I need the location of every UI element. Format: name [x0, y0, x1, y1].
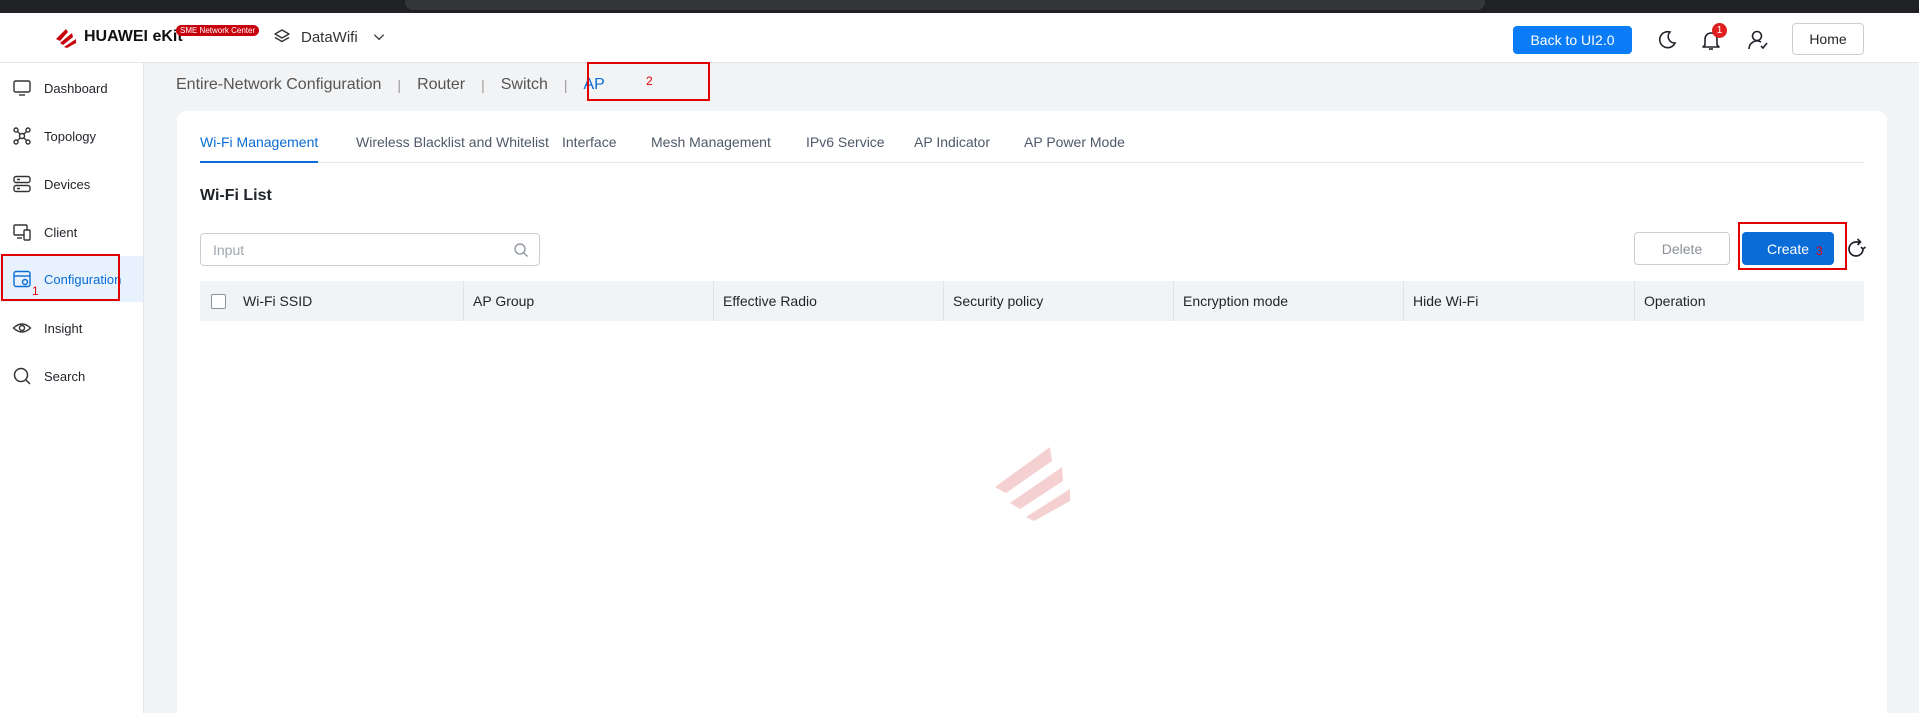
user-account-button[interactable]: [1745, 27, 1771, 53]
devices-icon: [13, 175, 31, 193]
tab-ap-indicator[interactable]: AP Indicator: [914, 133, 990, 163]
back-to-ui2-button[interactable]: Back to UI2.0: [1513, 26, 1632, 54]
sidebar-item-client[interactable]: Client: [0, 209, 143, 255]
search-icon: [13, 367, 31, 385]
tab-blacklist-whitelist[interactable]: Wireless Blacklist and Whitelist: [356, 133, 549, 163]
site-selector[interactable]: DataWifi: [273, 28, 386, 46]
user-icon: [1748, 30, 1768, 50]
search-icon[interactable]: [513, 242, 529, 258]
section-title: Wi-Fi List: [200, 187, 272, 204]
search-input[interactable]: [201, 234, 491, 265]
tab-mesh-management[interactable]: Mesh Management: [651, 133, 771, 163]
top-bar: HUAWEI eKit SME Network Center DataWifi …: [0, 13, 1919, 63]
table-header: Wi-Fi SSID AP Group Effective Radio Secu…: [200, 281, 1864, 321]
sidebar-item-label: Search: [44, 368, 86, 384]
notifications-button[interactable]: 1: [1698, 23, 1727, 53]
layers-icon: [274, 29, 290, 43]
dark-mode-toggle[interactable]: [1654, 27, 1680, 53]
tab-interface[interactable]: Interface: [562, 133, 616, 163]
sidebar-item-label: Client: [44, 224, 78, 240]
site-name: DataWifi: [301, 28, 358, 46]
sidebar-item-label: Insight: [44, 320, 83, 336]
browser-chrome-strip: [0, 0, 1919, 13]
tab-bar: Wi-Fi Management Wireless Blacklist and …: [200, 133, 1864, 163]
client-icon: [13, 224, 31, 241]
sidebar-item-label: Topology: [44, 128, 97, 144]
tab-ipv6-service[interactable]: IPv6 Service: [806, 133, 885, 163]
annotation-number: 3: [1816, 244, 1823, 258]
search-field[interactable]: [200, 233, 540, 266]
moon-icon: [1659, 30, 1677, 49]
sidebar: Dashboard Topology Devices Client Config…: [0, 63, 144, 713]
breadcrumb-separator: |: [563, 77, 568, 93]
breadcrumb-router[interactable]: Router: [417, 76, 465, 94]
chevron-down-icon: [373, 34, 384, 41]
select-all-cell: [200, 281, 242, 321]
eye-icon: [12, 323, 32, 333]
annotation-number: 2: [646, 74, 653, 88]
select-all-checkbox[interactable]: [211, 294, 226, 309]
sidebar-item-topology[interactable]: Topology: [0, 113, 143, 159]
annotation-box-configuration: [1, 254, 120, 301]
empty-state-logo-icon: [995, 447, 1070, 521]
home-button[interactable]: Home: [1792, 23, 1864, 55]
annotation-number: 1: [32, 284, 39, 298]
column-operation: Operation: [1634, 281, 1864, 321]
tab-ap-power-mode[interactable]: AP Power Mode: [1024, 133, 1125, 163]
breadcrumb-separator: |: [481, 77, 485, 93]
breadcrumb-separator: |: [397, 77, 402, 93]
monitor-icon: [13, 80, 31, 96]
breadcrumb-entire-network[interactable]: Entire-Network Configuration: [176, 76, 381, 94]
topology-icon: [13, 127, 31, 145]
column-hide-wifi: Hide Wi-Fi: [1403, 281, 1634, 321]
sidebar-item-label: Dashboard: [44, 80, 108, 96]
annotation-box-create: [1738, 222, 1847, 270]
sidebar-item-insight[interactable]: Insight: [0, 305, 143, 351]
refresh-icon[interactable]: [1844, 237, 1868, 261]
breadcrumb-switch[interactable]: Switch: [501, 76, 548, 94]
column-ap-group: AP Group: [463, 281, 713, 321]
browser-address-bar[interactable]: [405, 0, 1485, 10]
notification-count-badge: 1: [1712, 23, 1727, 38]
delete-button[interactable]: Delete: [1634, 232, 1730, 265]
breadcrumb: Entire-Network Configuration | Router | …: [176, 76, 605, 94]
brand-badge: SME Network Center: [176, 25, 260, 36]
brand-name: HUAWEI eKit: [84, 28, 183, 45]
sidebar-item-dashboard[interactable]: Dashboard: [0, 65, 143, 111]
column-effective-radio: Effective Radio: [713, 281, 943, 321]
column-security-policy: Security policy: [943, 281, 1173, 321]
tab-wifi-management[interactable]: Wi-Fi Management: [200, 133, 319, 163]
column-encryption-mode: Encryption mode: [1173, 281, 1403, 321]
sidebar-item-devices[interactable]: Devices: [0, 161, 143, 207]
sidebar-item-search[interactable]: Search: [0, 353, 143, 399]
huawei-flower-icon: [56, 29, 76, 48]
sidebar-item-label: Devices: [44, 176, 91, 192]
huawei-logo[interactable]: HUAWEI eKit SME Network Center: [54, 25, 260, 49]
content-card: Wi-Fi Management Wireless Blacklist and …: [177, 111, 1887, 713]
column-wifi-ssid: Wi-Fi SSID: [243, 293, 313, 309]
